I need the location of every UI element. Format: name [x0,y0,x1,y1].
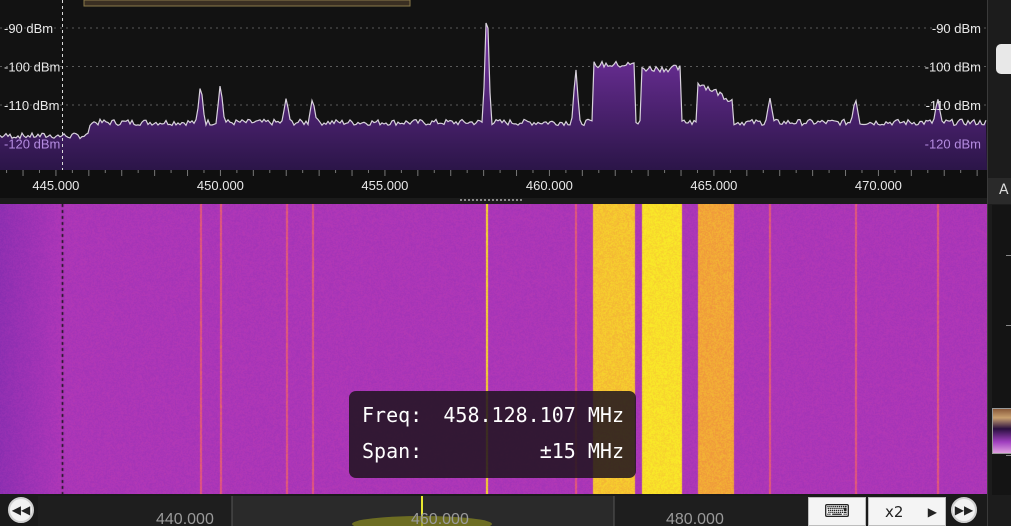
tick-mark [1006,455,1011,456]
freq-tick-label: 445.000 [32,178,79,193]
freq-tick-label: 465.000 [690,178,737,193]
rewind-icon: ◀◀ [11,503,31,517]
power-label-left: -110 dBm [4,98,59,113]
keyboard-button[interactable]: ⌨ [808,497,866,526]
overview-label-480: 480.000 [666,511,724,526]
fast-forward-icon: ▶▶ [954,503,974,517]
overview-label-460: 460.000 [411,511,469,526]
fast-forward-button[interactable]: ▶▶ [951,497,977,523]
span-label: Span: [362,439,423,463]
freq-label: Freq: [362,403,423,427]
tick-mark [1006,325,1011,326]
power-label-left: -100 dBm [4,60,60,75]
color-scale-swatch[interactable] [992,408,1011,454]
power-label-left: -120 dBm [4,137,60,152]
tick-mark [1006,255,1011,256]
rewind-button[interactable]: ◀◀ [8,497,34,523]
power-label-right: -120 dBm [925,137,981,152]
power-label-left: -90 dBm [4,21,53,36]
span-value: ±15 MHz [539,439,624,463]
spectrum-plot[interactable]: -90 dBm -100 dBm -110 dBm -120 dBm -90 dBm -… [0,0,987,170]
right-panel-tab-label: A [999,182,1009,198]
freq-tick-label: 455.000 [361,178,408,193]
keyboard-icon: ⌨ [824,501,850,522]
frequency-axis: 445.000 450.000 455.000 460.000 465.000 470.0… [0,170,987,198]
freq-value: 458.128.107 MHz [443,403,624,427]
right-side-panel: A [987,0,1011,526]
power-label-right: -90 dBm [932,21,981,36]
freq-tick-label: 460.000 [526,178,573,193]
zoom-select[interactable]: x2 ▶ [868,497,946,526]
freq-tick-label: 450.000 [197,178,244,193]
power-label-right: -100 dBm [925,60,981,75]
right-panel-tab[interactable]: A [988,178,1011,204]
power-label-right: -110 dBm [926,98,981,113]
freq-tick-label: 470.000 [855,178,902,193]
right-panel-handle[interactable] [996,44,1011,74]
zoom-label: x2 [885,502,904,521]
triangle-right-icon: ▶ [927,504,937,519]
overview-label-440: 440.000 [156,511,214,526]
frequency-tooltip: Freq: 458.128.107 MHz Span: ±15 MHz [349,391,636,478]
